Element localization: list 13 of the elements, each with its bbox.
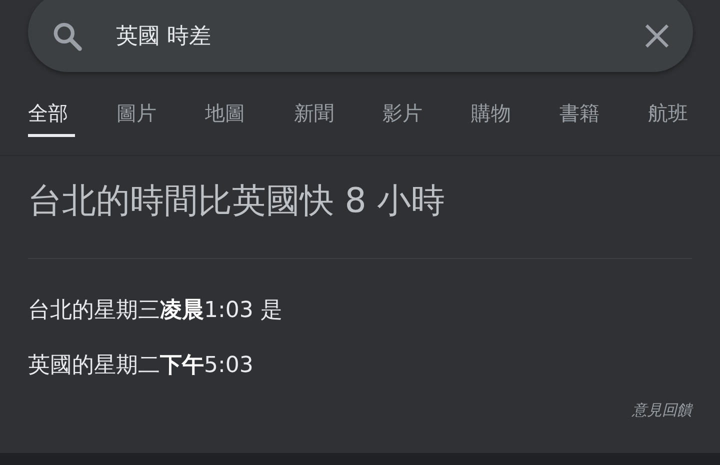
- answer-headline: 台北的時間比英國快 8 小時: [28, 180, 446, 223]
- tab[interactable]: 航班: [648, 100, 720, 137]
- tab[interactable]: 書籍: [560, 100, 648, 137]
- tab[interactable]: 購物: [470, 100, 560, 137]
- time-text: 台北的星期三凌晨1:03 是: [28, 297, 284, 325]
- tab[interactable]: 地圖: [205, 100, 294, 137]
- tab[interactable]: 新聞: [294, 100, 382, 137]
- time-text: 英國的星期二下午5:03: [28, 352, 254, 380]
- feedback-link[interactable]: 意見回饋: [632, 401, 692, 420]
- search-input[interactable]: 英國 時差: [116, 24, 643, 48]
- close-icon[interactable]: [643, 22, 671, 50]
- tab[interactable]: 圖片: [116, 100, 206, 137]
- tab[interactable]: 影片: [382, 100, 471, 137]
